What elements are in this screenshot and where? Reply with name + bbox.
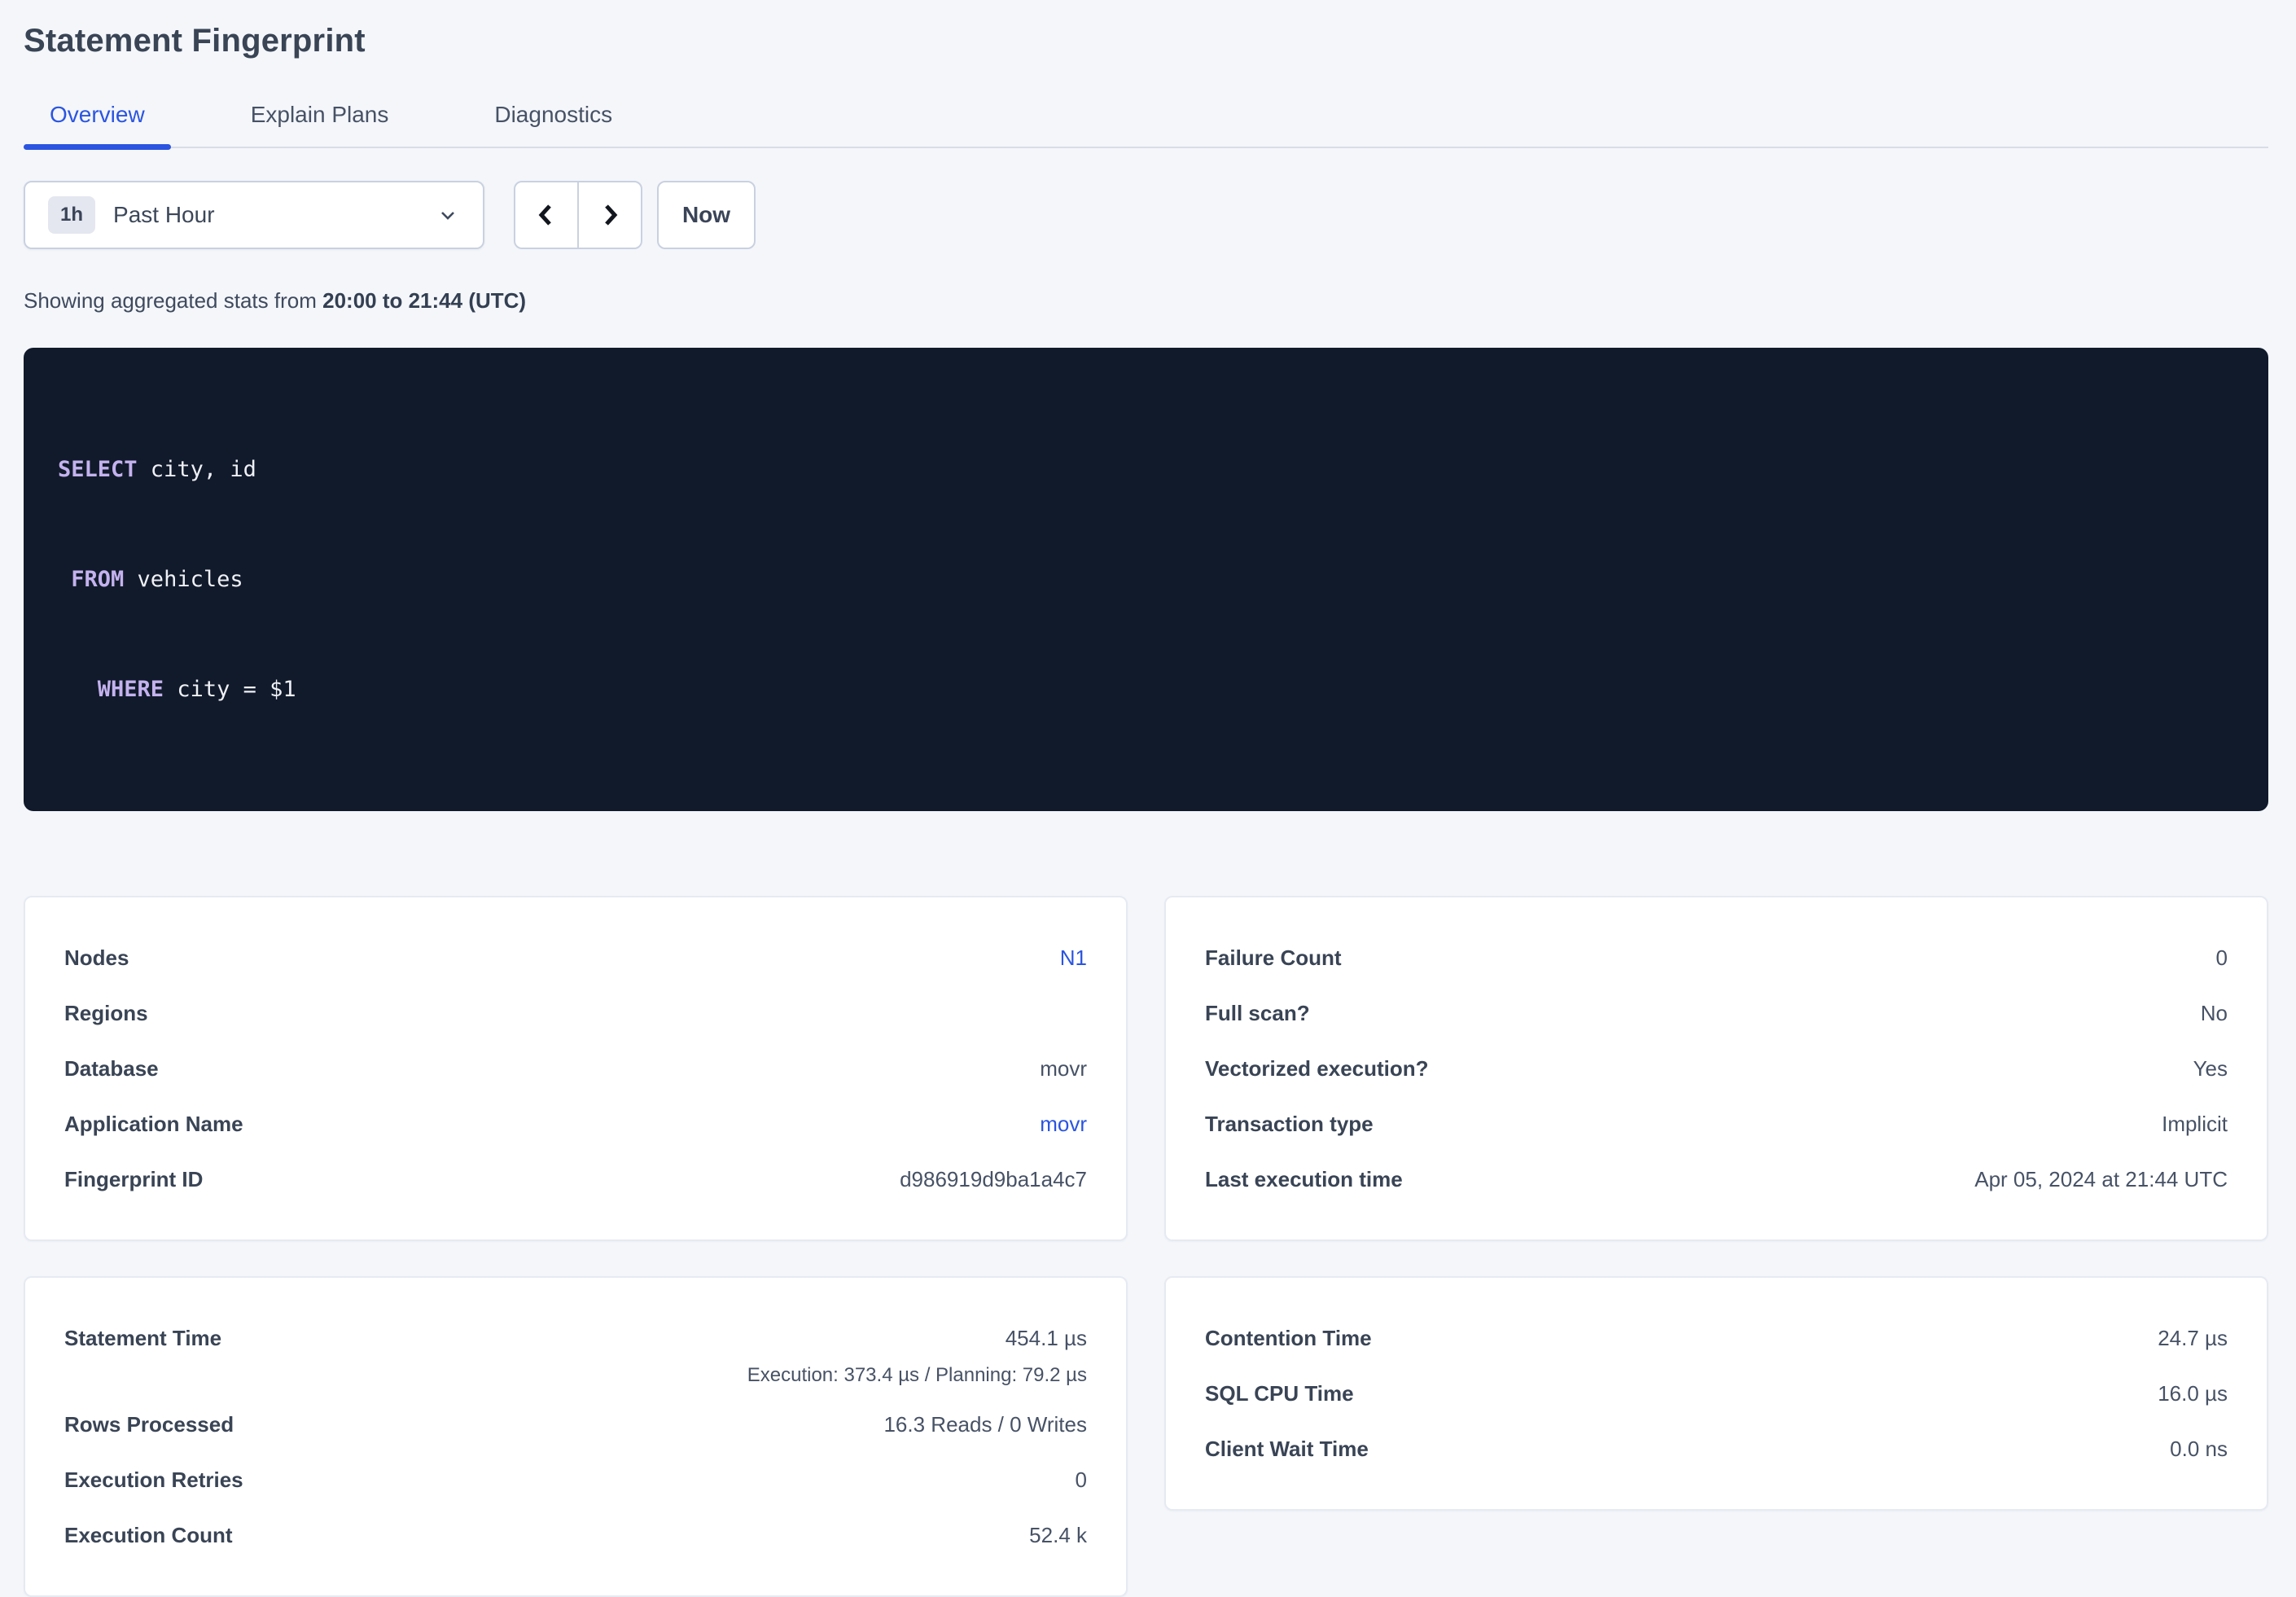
sql-statement-box: SELECT city, id FROM vehicles WHERE city… [24, 348, 2268, 811]
row-database: Database movr [64, 1041, 1087, 1096]
row-nodes: Nodes N1 [64, 930, 1087, 985]
failure-count-label: Failure Count [1205, 945, 1342, 971]
row-application-name: Application Name movr [64, 1096, 1087, 1152]
application-name-label: Application Name [64, 1112, 243, 1137]
timing-stats-card: Contention Time 24.7 µs SQL CPU Time 16.… [1164, 1276, 2268, 1511]
regions-label: Regions [64, 1001, 148, 1026]
tab-explain-plans[interactable]: Explain Plans [225, 101, 415, 147]
chevron-left-icon [532, 200, 561, 230]
aggregation-prefix: Showing aggregated stats from [24, 288, 322, 313]
execution-retries-value: 0 [1076, 1468, 1087, 1493]
time-controls: 1h Past Hour Now [24, 181, 2268, 249]
tab-diagnostics[interactable]: Diagnostics [468, 101, 638, 147]
time-interval-select[interactable]: 1h Past Hour [24, 181, 484, 249]
sql-line: WHERE city = $1 [58, 671, 2234, 708]
rows-processed-label: Rows Processed [64, 1412, 234, 1437]
next-interval-button[interactable] [579, 182, 641, 248]
sql-keyword: SELECT [58, 457, 138, 482]
tab-explain-plans-label: Explain Plans [251, 102, 389, 127]
row-statement-time: Statement Time 454.1 µs Execution: 373.4… [64, 1310, 1087, 1397]
execution-retries-label: Execution Retries [64, 1468, 243, 1493]
sql-cpu-time-value: 16.0 µs [2158, 1381, 2228, 1406]
chevron-right-icon [595, 200, 624, 230]
sql-line: FROM vehicles [58, 561, 2234, 598]
row-full-scan: Full scan? No [1205, 985, 2228, 1041]
row-fingerprint-id: Fingerprint ID d986919d9ba1a4c7 [64, 1152, 1087, 1207]
database-label: Database [64, 1056, 159, 1081]
row-sql-cpu-time: SQL CPU Time 16.0 µs [1205, 1366, 2228, 1421]
execution-count-label: Execution Count [64, 1523, 233, 1548]
active-tab-underline [24, 144, 171, 150]
statement-time-label: Statement Time [64, 1318, 221, 1358]
interval-nav-group [514, 181, 642, 249]
row-client-wait-time: Client Wait Time 0.0 ns [1205, 1421, 2228, 1476]
vectorized-execution-label: Vectorized execution? [1205, 1056, 1429, 1081]
tab-bar: Overview Explain Plans Diagnostics [24, 101, 2268, 148]
interval-label: Past Hour [113, 202, 436, 228]
vectorized-execution-value: Yes [2193, 1056, 2228, 1081]
last-execution-time-label: Last execution time [1205, 1167, 1403, 1192]
sql-text: city, id [138, 457, 256, 482]
fingerprint-id-value: d986919d9ba1a4c7 [900, 1167, 1087, 1192]
row-contention-time: Contention Time 24.7 µs [1205, 1310, 2228, 1366]
aggregation-range: 20:00 to 21:44 (UTC) [322, 288, 526, 313]
chevron-down-icon [436, 203, 460, 227]
transaction-type-label: Transaction type [1205, 1112, 1374, 1137]
client-wait-time-label: Client Wait Time [1205, 1437, 1369, 1462]
tab-overview[interactable]: Overview [24, 101, 171, 147]
sql-keyword: FROM [71, 567, 124, 592]
contention-time-label: Contention Time [1205, 1326, 1372, 1351]
row-rows-processed: Rows Processed 16.3 Reads / 0 Writes [64, 1397, 1087, 1452]
stats-cards-grid: Nodes N1 Regions Database movr Applicati… [24, 896, 2268, 1597]
full-scan-label: Full scan? [1205, 1001, 1310, 1026]
sql-line: SELECT city, id [58, 451, 2234, 488]
nodes-label: Nodes [64, 945, 129, 971]
details-card: Nodes N1 Regions Database movr Applicati… [24, 896, 1128, 1241]
transaction-type-value: Implicit [2162, 1112, 2228, 1137]
statement-stats-card: Statement Time 454.1 µs Execution: 373.4… [24, 1276, 1128, 1597]
page-title: Statement Fingerprint [24, 21, 2268, 60]
tab-diagnostics-label: Diagnostics [494, 102, 612, 127]
failure-count-value: 0 [2216, 945, 2228, 971]
row-transaction-type: Transaction type Implicit [1205, 1096, 2228, 1152]
row-vectorized-execution: Vectorized execution? Yes [1205, 1041, 2228, 1096]
statement-time-value-block: 454.1 µs Execution: 373.4 µs / Planning:… [747, 1318, 1087, 1393]
fingerprint-id-label: Fingerprint ID [64, 1167, 203, 1192]
database-value: movr [1040, 1056, 1087, 1081]
statement-time-detail: Execution: 373.4 µs / Planning: 79.2 µs [747, 1358, 1087, 1393]
row-regions: Regions [64, 985, 1087, 1041]
sql-keyword: WHERE [98, 677, 164, 702]
rows-processed-value: 16.3 Reads / 0 Writes [883, 1412, 1087, 1437]
row-last-execution-time: Last execution time Apr 05, 2024 at 21:4… [1205, 1152, 2228, 1207]
statement-time-value: 454.1 µs [747, 1318, 1087, 1358]
last-execution-time-value: Apr 05, 2024 at 21:44 UTC [1974, 1167, 2228, 1192]
row-execution-retries: Execution Retries 0 [64, 1452, 1087, 1507]
nodes-value-link[interactable]: N1 [1060, 945, 1087, 971]
execution-count-value: 52.4 k [1029, 1523, 1087, 1548]
aggregation-range-text: Showing aggregated stats from 20:00 to 2… [24, 288, 2268, 313]
execution-attributes-card: Failure Count 0 Full scan? No Vectorized… [1164, 896, 2268, 1241]
interval-badge: 1h [48, 196, 95, 234]
sql-text: city = $1 [164, 677, 296, 702]
sql-cpu-time-label: SQL CPU Time [1205, 1381, 1354, 1406]
row-failure-count: Failure Count 0 [1205, 930, 2228, 985]
tab-overview-label: Overview [50, 102, 145, 127]
now-button[interactable]: Now [657, 181, 756, 249]
sql-text: vehicles [124, 567, 243, 592]
client-wait-time-value: 0.0 ns [2170, 1437, 2228, 1462]
statement-fingerprint-page: Statement Fingerprint Overview Explain P… [0, 0, 2296, 1597]
application-name-value-link[interactable]: movr [1040, 1112, 1087, 1137]
prev-interval-button[interactable] [515, 182, 579, 248]
contention-time-value: 24.7 µs [2158, 1326, 2228, 1351]
full-scan-value: No [2201, 1001, 2228, 1026]
row-execution-count: Execution Count 52.4 k [64, 1507, 1087, 1563]
